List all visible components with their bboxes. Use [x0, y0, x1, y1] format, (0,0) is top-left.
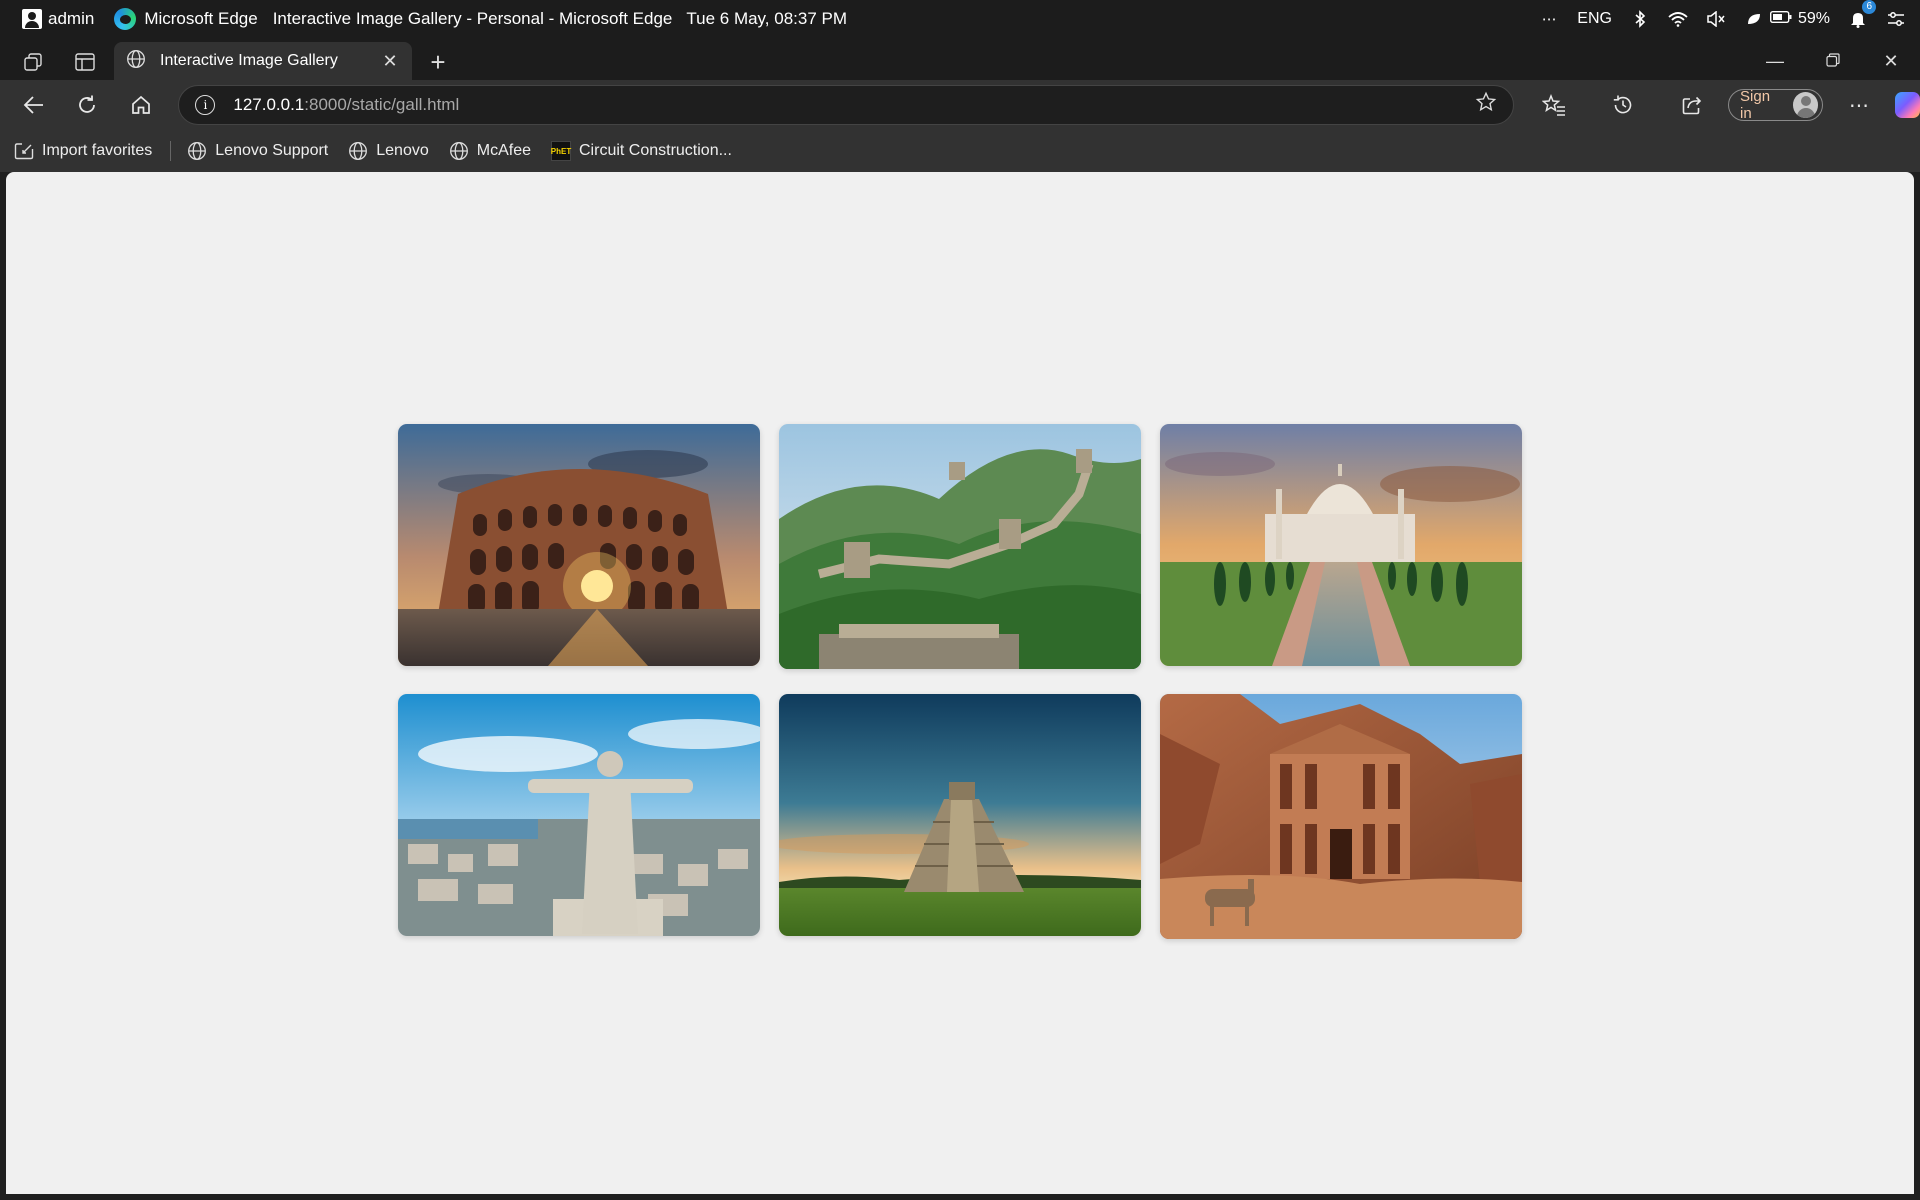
share-icon: [1683, 96, 1702, 115]
globe-icon: [449, 142, 468, 160]
favorite-label: Lenovo Support: [215, 142, 329, 159]
sign-in-button[interactable]: Sign in: [1728, 88, 1824, 122]
globe-icon: [188, 142, 207, 160]
language-indicator[interactable]: ENG: [1577, 10, 1612, 28]
back-arrow-icon: [23, 96, 43, 114]
copilot-icon[interactable]: [1894, 92, 1920, 118]
battery-icon: [1769, 10, 1792, 28]
os-app-name: Microsoft Edge: [144, 9, 258, 28]
sign-in-label: Sign in: [1740, 88, 1771, 122]
workspaces-button[interactable]: [14, 44, 52, 80]
favorites-divider: [170, 141, 172, 161]
os-window-title: Interactive Image Gallery - Personal - M…: [272, 9, 673, 28]
favorite-label: McAfee: [476, 142, 531, 159]
battery-percent: 59%: [1797, 10, 1830, 27]
phet-icon: PhET: [551, 141, 571, 161]
new-tab-button[interactable]: +: [418, 44, 458, 80]
minimize-window-button[interactable]: —: [1746, 51, 1804, 72]
battery-indicator[interactable]: 59%: [1744, 9, 1830, 29]
history-button[interactable]: [1604, 85, 1643, 125]
close-window-button[interactable]: ✕: [1862, 51, 1920, 72]
restore-window-button[interactable]: [1804, 51, 1862, 72]
refresh-button[interactable]: [67, 85, 106, 125]
back-button[interactable]: [14, 85, 53, 125]
favorites-icon: [1542, 94, 1566, 116]
close-tab-icon[interactable]: ✕: [380, 51, 400, 72]
volume-muted-icon[interactable]: [1706, 9, 1726, 29]
favorites-button[interactable]: [1534, 85, 1573, 125]
address-bar[interactable]: i 127.0.0.1:8000/static/gall.html: [178, 85, 1515, 125]
import-icon: [14, 143, 34, 160]
share-button[interactable]: [1673, 85, 1712, 125]
user-icon: [22, 9, 42, 29]
wifi-icon[interactable]: [1668, 9, 1688, 29]
globe-icon: [349, 142, 368, 160]
home-button[interactable]: [121, 85, 160, 125]
workspaces-icon: [24, 53, 42, 71]
favorite-label: Import favorites: [42, 142, 153, 159]
gallery-image-great-wall[interactable]: [779, 424, 1141, 669]
more-tray-icon[interactable]: ⋯: [1539, 9, 1559, 29]
vertical-tabs-button[interactable]: [66, 44, 104, 80]
notification-count: 6: [1862, 0, 1876, 14]
home-icon: [131, 95, 150, 114]
navigation-toolbar: i 127.0.0.1:8000/static/gall.html Sign i…: [0, 80, 1920, 130]
favorites-bar: Import favorites Lenovo Support Lenovo M…: [0, 130, 1920, 172]
image-gallery: [398, 424, 1522, 939]
gallery-image-christ-statue[interactable]: [398, 694, 760, 936]
tab-title: Interactive Image Gallery: [160, 52, 338, 69]
settings-more-button[interactable]: ⋯: [1839, 85, 1878, 125]
os-clock[interactable]: Tue 6 May, 08:37 PM: [686, 9, 847, 29]
favorite-mcafee[interactable]: McAfee: [449, 141, 531, 161]
globe-icon: [126, 49, 146, 74]
bluetooth-icon[interactable]: [1630, 9, 1650, 29]
add-favorite-star-icon[interactable]: [1475, 91, 1497, 119]
quick-settings-icon[interactable]: [1886, 9, 1906, 29]
page-viewport: [6, 172, 1914, 1194]
favorite-circuit-construction[interactable]: PhET Circuit Construction...: [551, 141, 732, 161]
site-info-icon[interactable]: i: [195, 95, 216, 115]
os-taskbar: admin Microsoft Edge Interactive Image G…: [0, 0, 1920, 38]
tab-actions-icon: [75, 53, 95, 71]
avatar: [1792, 92, 1819, 118]
notification-bell-icon[interactable]: 6: [1848, 0, 1876, 29]
gallery-image-taj-mahal[interactable]: [1160, 424, 1522, 666]
favorite-import-favorites[interactable]: Import favorites: [14, 142, 152, 160]
favorite-label: Circuit Construction...: [579, 142, 732, 159]
history-icon: [1614, 95, 1632, 114]
restore-icon: [1826, 52, 1840, 67]
edge-logo-icon: [114, 8, 137, 30]
gallery-image-petra[interactable]: [1160, 694, 1522, 939]
leaf-icon: [1744, 9, 1764, 29]
os-user-label[interactable]: admin: [48, 9, 94, 29]
favorite-lenovo[interactable]: Lenovo: [348, 141, 429, 161]
url-path: :8000/static/gall.html: [304, 95, 460, 114]
favorite-lenovo-support[interactable]: Lenovo Support: [187, 141, 328, 161]
favorite-label: Lenovo: [376, 142, 429, 159]
tab-interactive-image-gallery[interactable]: Interactive Image Gallery ✕: [114, 42, 412, 80]
tab-strip: Interactive Image Gallery ✕ + — ✕: [0, 38, 1920, 80]
gallery-image-colosseum[interactable]: [398, 424, 760, 666]
url-host: 127.0.0.1: [233, 95, 305, 114]
refresh-icon: [79, 95, 96, 113]
gallery-image-chichen-itza[interactable]: [779, 694, 1141, 936]
